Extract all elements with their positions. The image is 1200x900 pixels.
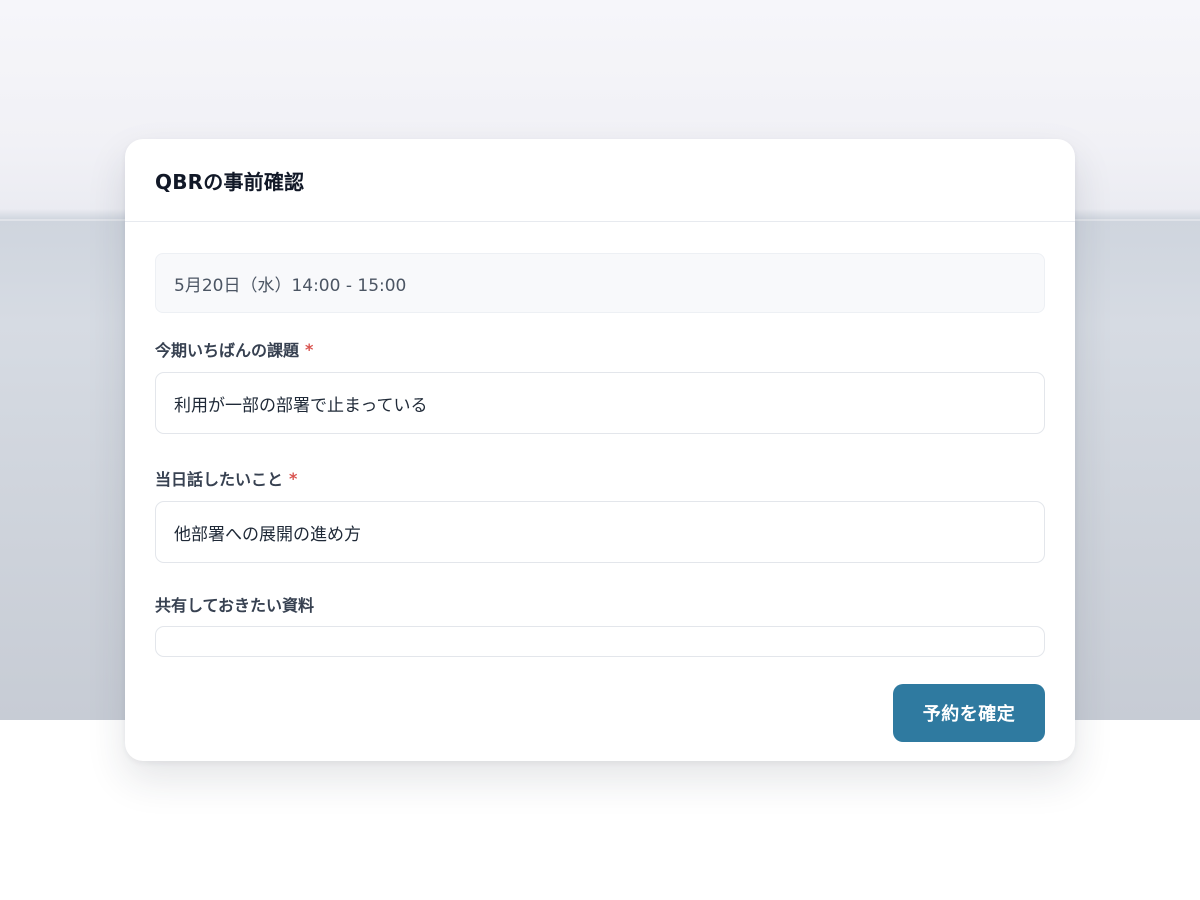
topics-input[interactable]: 他部署への展開の進め方 [155,501,1045,563]
form-actions: 予約を確定 [155,684,1045,742]
materials-input[interactable] [155,626,1045,657]
card-body: 5月20日（水）14:00 - 15:00 今期いちばんの課題 * 利用が一部の… [125,222,1075,742]
field-label-text: 共有しておきたい資料 [155,596,315,615]
field-label-challenge: 今期いちばんの課題 * [155,339,1045,361]
page-title: QBRの事前確認 [155,169,305,194]
card-header: QBRの事前確認 [125,139,1075,222]
required-marker: * [289,468,298,488]
booking-card: QBRの事前確認 5月20日（水）14:00 - 15:00 今期いちばんの課題… [125,139,1075,761]
field-label-topics: 当日話したいこと * [155,468,1045,490]
field-label-text: 今期いちばんの課題 [155,341,300,360]
confirm-booking-button[interactable]: 予約を確定 [893,684,1045,742]
required-marker: * [305,339,314,359]
meeting-datetime: 5月20日（水）14:00 - 15:00 [155,253,1045,313]
field-label-text: 当日話したいこと [155,470,284,489]
challenge-input[interactable]: 利用が一部の部署で止まっている [155,372,1045,434]
field-label-materials: 共有しておきたい資料 [155,594,1045,615]
